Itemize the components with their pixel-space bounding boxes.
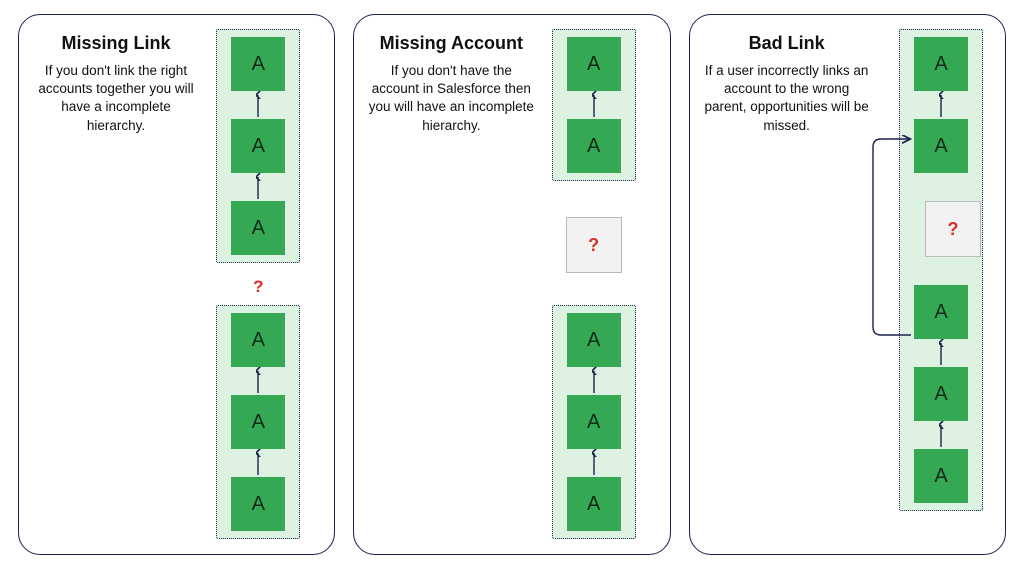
account-node: A bbox=[567, 119, 621, 173]
arrow-up-icon bbox=[589, 449, 599, 477]
panel-bad-link: Bad Link If a user incorrectly links an … bbox=[689, 14, 1006, 555]
panel-desc: If a user incorrectly links an account t… bbox=[702, 62, 872, 135]
wrong-parent-box: ? bbox=[925, 201, 981, 257]
panel-missing-account: Missing Account If you don't have the ac… bbox=[353, 14, 670, 555]
account-node: A bbox=[567, 477, 621, 531]
panel-diagram: A A A ? A A A bbox=[216, 29, 312, 540]
arrow-up-icon bbox=[589, 91, 599, 119]
panel-title: Missing Link bbox=[31, 33, 201, 54]
account-node: A bbox=[231, 395, 285, 449]
account-node: A bbox=[914, 119, 968, 173]
panel-missing-link: Missing Link If you don't link the right… bbox=[18, 14, 335, 555]
panel-title: Bad Link bbox=[702, 33, 872, 54]
arrow-up-icon bbox=[253, 367, 263, 395]
account-node: A bbox=[567, 395, 621, 449]
account-node: A bbox=[914, 449, 968, 503]
account-node: A bbox=[231, 477, 285, 531]
panel-desc: If you don't have the account in Salesfo… bbox=[366, 62, 536, 135]
arrow-up-icon bbox=[253, 449, 263, 477]
account-node: A bbox=[231, 313, 285, 367]
arrow-up-icon bbox=[936, 91, 946, 119]
arrow-up-icon bbox=[936, 421, 946, 449]
node-group: A A A A A bbox=[899, 29, 983, 511]
arrow-up-icon bbox=[253, 91, 263, 119]
node-group-bottom: A A A bbox=[552, 305, 636, 539]
arrow-up-icon bbox=[589, 367, 599, 395]
missing-account-box: ? bbox=[566, 217, 622, 273]
account-node: A bbox=[914, 37, 968, 91]
account-node: A bbox=[567, 37, 621, 91]
panel-diagram: A A ? A A A bbox=[552, 29, 648, 540]
node-group-bottom: A A A bbox=[216, 305, 300, 539]
account-node: A bbox=[914, 367, 968, 421]
account-node: A bbox=[231, 119, 285, 173]
node-group-top: A A A bbox=[216, 29, 300, 263]
panel-diagram: A A A A A ? bbox=[871, 29, 991, 540]
account-node: A bbox=[231, 201, 285, 255]
account-node: A bbox=[914, 285, 968, 339]
arrow-up-icon bbox=[936, 339, 946, 367]
missing-link-marker: ? bbox=[216, 277, 300, 297]
panel-title: Missing Account bbox=[366, 33, 536, 54]
node-group-top: A A bbox=[552, 29, 636, 181]
arrow-up-icon bbox=[253, 173, 263, 201]
panel-desc: If you don't link the right accounts tog… bbox=[31, 62, 201, 135]
account-node: A bbox=[567, 313, 621, 367]
account-node: A bbox=[231, 37, 285, 91]
